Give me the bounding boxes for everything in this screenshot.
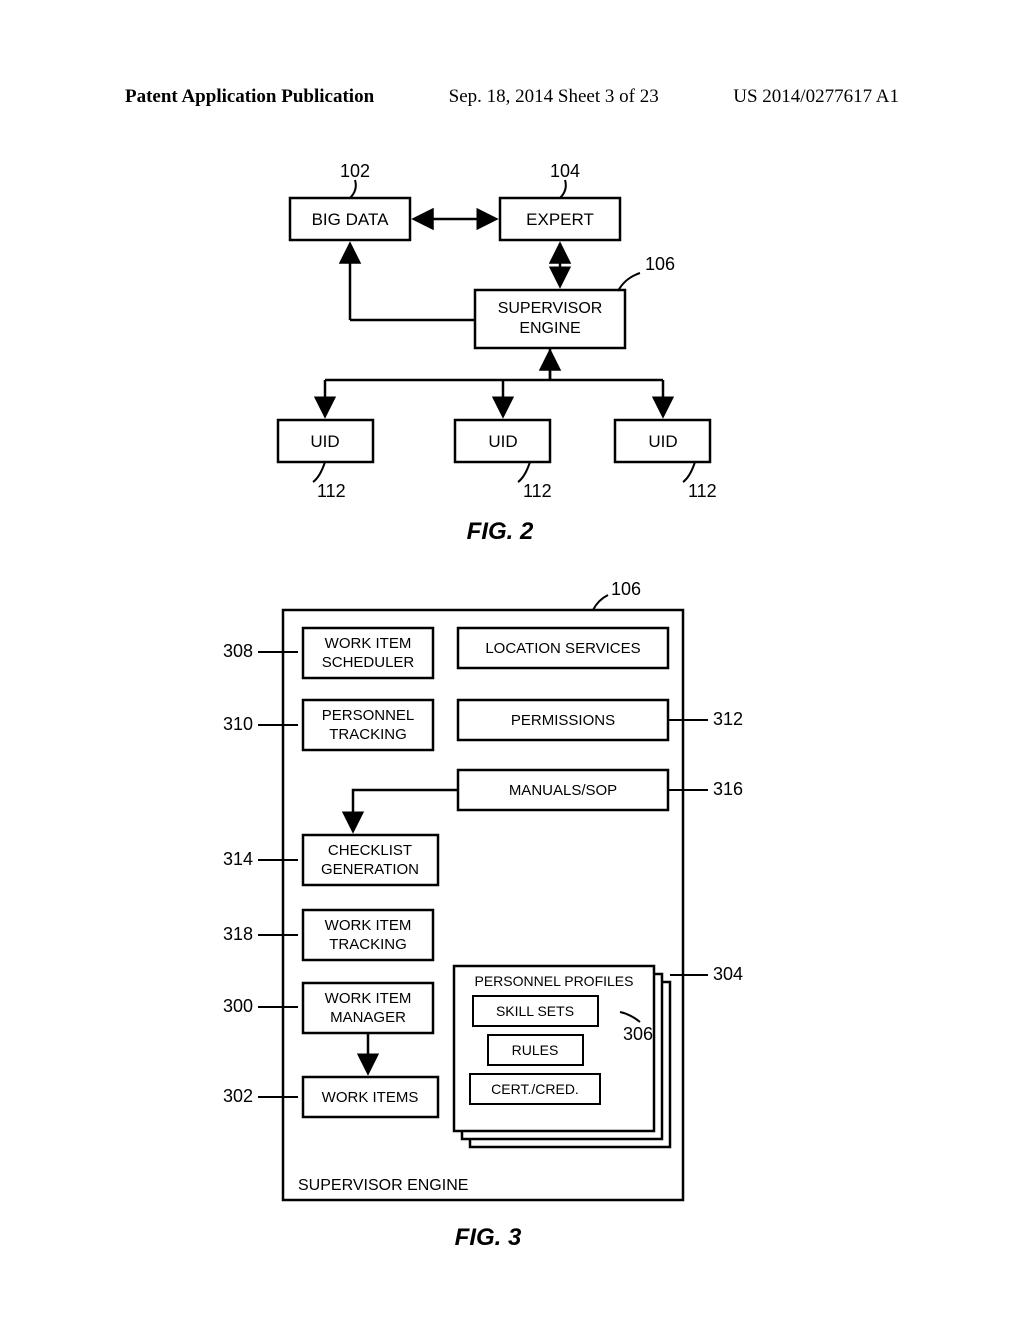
svg-text:UID: UID	[648, 432, 677, 451]
svg-text:SCHEDULER: SCHEDULER	[322, 654, 415, 671]
svg-text:CERT./CRED.: CERT./CRED.	[491, 1081, 579, 1097]
engine-label: SUPERVISOR ENGINE	[298, 1177, 468, 1194]
svg-text:TRACKING: TRACKING	[329, 936, 407, 953]
uid-group: UID UID UID	[278, 420, 710, 462]
ref-112-b: 112	[523, 481, 552, 501]
svg-text:PERSONNEL: PERSONNEL	[322, 707, 415, 724]
svg-text:LOCATION SERVICES: LOCATION SERVICES	[485, 640, 640, 657]
svg-text:PERMISSIONS: PERMISSIONS	[511, 712, 615, 729]
svg-text:GENERATION: GENERATION	[321, 861, 419, 878]
figure-2: 102 104 BIG DATA EXPERT 106 SUPERVISOR E…	[275, 155, 755, 545]
svg-text:310: 310	[223, 714, 253, 734]
svg-text:TRACKING: TRACKING	[329, 726, 407, 743]
ref-104: 104	[550, 161, 580, 181]
svg-text:MANAGER: MANAGER	[330, 1009, 406, 1026]
svg-text:312: 312	[713, 709, 743, 729]
big-data-text: BIG DATA	[312, 210, 389, 229]
figure-3: 106 SUPERVISOR ENGINE WORK ITEM SCHEDULE…	[198, 580, 798, 1260]
svg-text:SKILL SETS: SKILL SETS	[496, 1003, 574, 1019]
ref-106-fig2: 106	[645, 254, 675, 274]
engine-text-l2: ENGINE	[519, 320, 580, 337]
publication-number: US 2014/0277617 A1	[733, 86, 899, 108]
svg-text:UID: UID	[310, 432, 339, 451]
personnel-profiles-stack: PERSONNEL PROFILES SKILL SETS RULES CERT…	[454, 966, 670, 1147]
ref-102: 102	[340, 161, 370, 181]
fig3-title: FIG. 3	[455, 1224, 522, 1251]
svg-text:MANUALS/SOP: MANUALS/SOP	[509, 782, 617, 799]
svg-text:306: 306	[623, 1024, 653, 1044]
svg-text:WORK ITEM: WORK ITEM	[325, 990, 412, 1007]
fig2-title: FIG. 2	[467, 518, 534, 545]
expert-text: EXPERT	[526, 210, 594, 229]
svg-text:302: 302	[223, 1086, 253, 1106]
svg-text:WORK ITEMS: WORK ITEMS	[322, 1089, 419, 1106]
svg-text:UID: UID	[488, 432, 517, 451]
patent-page: Patent Application Publication Sep. 18, …	[0, 0, 1024, 1320]
ref-112-c: 112	[688, 481, 717, 501]
engine-text-l1: SUPERVISOR	[498, 300, 603, 317]
publication-type: Patent Application Publication	[125, 86, 374, 108]
supervisor-engine-box	[475, 290, 625, 348]
svg-text:WORK ITEM: WORK ITEM	[325, 635, 412, 652]
ref-106-fig3: 106	[611, 580, 641, 599]
svg-text:PERSONNEL PROFILES: PERSONNEL PROFILES	[475, 973, 634, 989]
svg-text:WORK ITEM: WORK ITEM	[325, 917, 412, 934]
svg-text:300: 300	[223, 996, 253, 1016]
svg-text:CHECKLIST: CHECKLIST	[328, 842, 412, 859]
svg-text:304: 304	[713, 964, 743, 984]
svg-text:318: 318	[223, 924, 253, 944]
svg-text:308: 308	[223, 641, 253, 661]
sheet-info: Sep. 18, 2014 Sheet 3 of 23	[449, 86, 659, 108]
svg-text:314: 314	[223, 849, 253, 869]
page-header: Patent Application Publication Sep. 18, …	[125, 86, 899, 108]
ref-112-a: 112	[317, 481, 346, 501]
svg-text:RULES: RULES	[512, 1042, 559, 1058]
svg-text:316: 316	[713, 779, 743, 799]
